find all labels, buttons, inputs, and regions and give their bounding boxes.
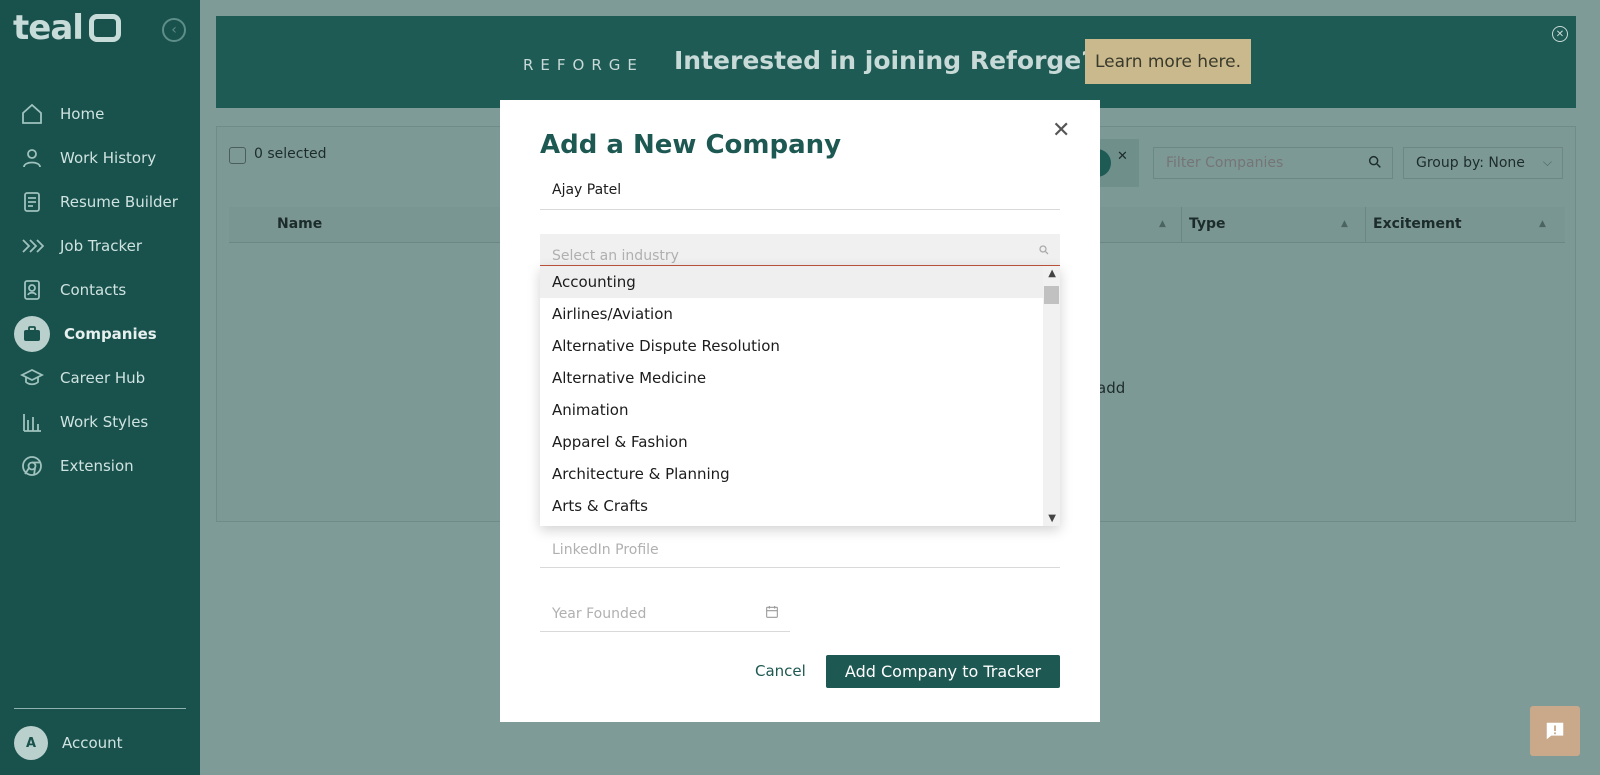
sidebar-item-label: Career Hub [60,369,146,387]
home-icon [18,100,46,128]
chrome-icon [18,452,46,480]
logo-mark-icon [88,14,121,42]
sidebar-item-label: Home [60,105,105,123]
bar-chart-icon [18,408,46,436]
sidebar-item-extension[interactable]: Extension [14,444,186,488]
sidebar-item-work-history[interactable]: Work History [14,136,186,180]
sidebar-item-label: Work Styles [60,413,149,431]
add-company-button[interactable]: Add Company to Tracker [826,655,1060,688]
industry-dropdown: Accounting Airlines/Aviation Alternative… [540,266,1060,526]
dropdown-option[interactable]: Architecture & Planning [540,458,1044,490]
calendar-icon[interactable] [764,604,780,620]
add-company-modal: Add a New Company ✕ Ajay Patel Select an… [500,100,1100,722]
column-divider [1365,207,1366,243]
chevrons-icon [18,232,46,260]
sidebar: teal ‹ Home Work History Resume Builder … [0,0,200,775]
group-by-select[interactable]: Group by: None ⌵ [1403,147,1563,179]
select-all-checkbox[interactable] [229,147,246,164]
sort-icon[interactable]: ▲ [1159,219,1166,229]
graduation-cap-icon [18,364,46,392]
logo-text: teal [13,8,84,48]
dropdown-option[interactable]: Arts & Crafts [540,490,1044,522]
scrollbar-thumb[interactable] [1044,286,1059,304]
filter-companies-input[interactable] [1153,147,1393,179]
collapse-sidebar-button[interactable]: ‹ [162,18,186,42]
company-name-field[interactable]: Ajay Patel [540,172,1060,210]
chevron-down-icon: ⌵ [1542,155,1552,169]
banner-brand-logo: REFORGE [523,56,644,74]
empty-state-text: add [1097,379,1126,397]
sidebar-item-career-hub[interactable]: Career Hub [14,356,186,400]
sidebar-item-work-styles[interactable]: Work Styles [14,400,186,444]
document-icon [18,188,46,216]
industry-select[interactable]: Select an industry [540,234,1060,266]
contact-card-icon [18,276,46,304]
dropdown-option[interactable]: Alternative Dispute Resolution [540,330,1044,362]
sidebar-item-resume-builder[interactable]: Resume Builder [14,180,186,224]
sidebar-item-home[interactable]: Home [14,92,186,136]
sidebar-item-label: Job Tracker [60,237,143,255]
sidebar-nav: Home Work History Resume Builder Job Tra… [14,92,186,488]
account-menu[interactable]: A Account [14,726,123,760]
column-header-type[interactable]: Type [1189,216,1226,232]
sidebar-item-companies[interactable]: Companies [14,312,186,356]
search-icon [1039,245,1049,255]
sort-icon[interactable]: ▲ [1539,219,1546,229]
column-header-name[interactable]: Name [277,216,322,232]
dropdown-option[interactable]: Accounting [540,266,1044,298]
sidebar-item-job-tracker[interactable]: Job Tracker [14,224,186,268]
sidebar-item-label: Resume Builder [60,193,178,211]
learn-more-button[interactable]: Learn more here. [1085,39,1251,84]
teal-logo[interactable]: teal [13,8,121,48]
sidebar-item-label: Extension [60,457,134,475]
scroll-down-icon[interactable]: ▼ [1048,513,1056,524]
sidebar-item-contacts[interactable]: Contacts [14,268,186,312]
selected-count: 0 selected [254,146,327,162]
feedback-icon [1546,722,1564,740]
industry-placeholder: Select an industry [552,248,679,264]
sidebar-item-label: Companies [64,325,157,343]
person-icon [18,144,46,172]
dropdown-option[interactable]: Animation [540,394,1044,426]
dropdown-scrollbar[interactable]: ▲ ▼ [1043,266,1060,526]
cancel-button[interactable]: Cancel [755,662,806,680]
dropdown-option[interactable]: Airlines/Aviation [540,298,1044,330]
search-icon [1368,155,1381,168]
scroll-up-icon[interactable]: ▲ [1048,268,1056,279]
promo-banner: REFORGE Interested in joining Reforge? L… [216,16,1576,108]
sidebar-item-label: Contacts [60,281,127,299]
dropdown-option[interactable]: Apparel & Fashion [540,426,1044,458]
dropdown-option[interactable]: Alternative Medicine [540,362,1044,394]
close-banner-icon[interactable]: ✕ [1552,26,1568,42]
sidebar-divider [14,708,186,709]
year-founded-field[interactable]: Year Founded [540,594,790,632]
column-divider [1181,207,1182,243]
sidebar-item-label: Work History [60,149,157,167]
linkedin-profile-field[interactable]: LinkedIn Profile [540,532,1060,568]
remove-filter-icon[interactable]: ✕ [1117,149,1128,164]
briefcase-icon [14,316,50,352]
close-icon[interactable]: ✕ [1052,118,1070,143]
account-label: Account [62,734,123,752]
group-by-value: Group by: None [1416,155,1525,171]
column-header-excitement[interactable]: Excitement [1373,216,1462,232]
banner-headline: Interested in joining Reforge? [674,46,1096,75]
modal-title: Add a New Company [540,130,842,160]
avatar: A [14,726,48,760]
sort-icon[interactable]: ▲ [1341,219,1348,229]
year-founded-placeholder: Year Founded [552,606,647,622]
feedback-button[interactable] [1530,706,1580,756]
